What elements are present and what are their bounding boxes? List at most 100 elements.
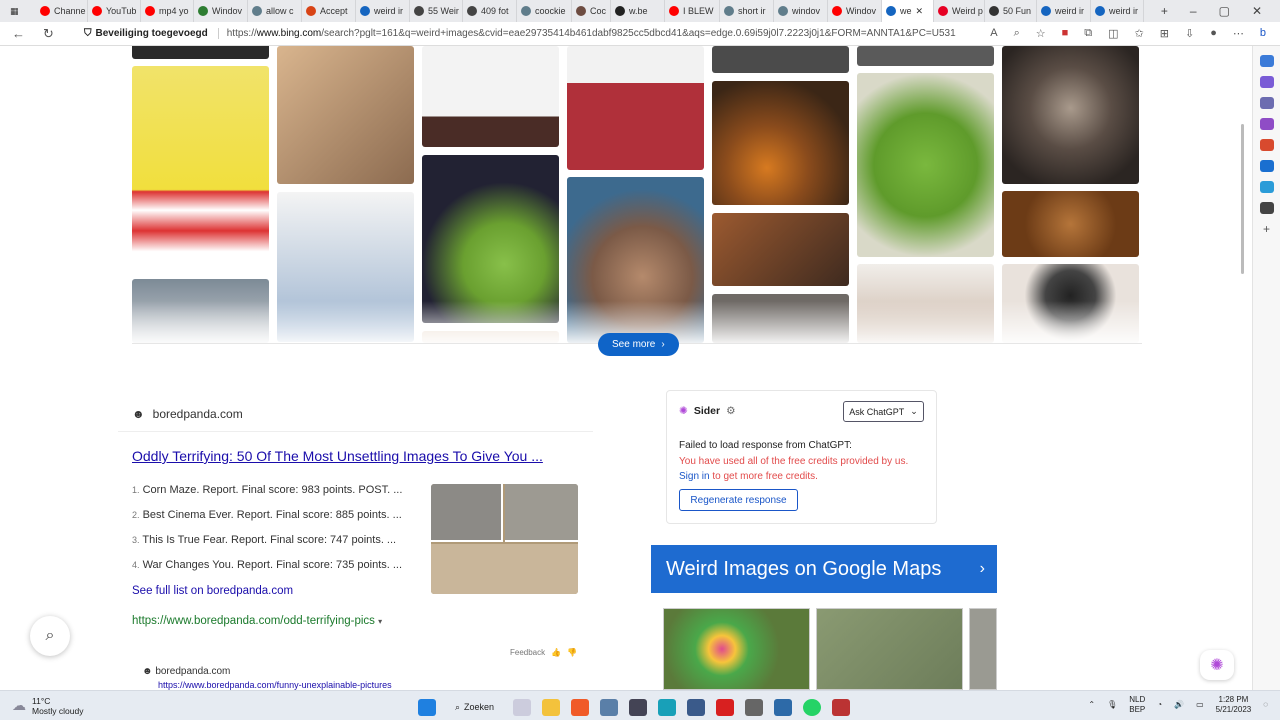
browser-tab[interactable]: Accept: [302, 0, 356, 22]
app-icon[interactable]: [832, 698, 851, 716]
split-screen-icon[interactable]: ◫: [1108, 27, 1118, 40]
more-icon[interactable]: ⋯: [1233, 27, 1244, 40]
caret-down-icon[interactable]: ▾: [378, 617, 382, 626]
maximize-button[interactable]: ▢: [1219, 4, 1230, 18]
games-icon[interactable]: [1259, 118, 1274, 130]
map-image[interactable]: [663, 608, 810, 690]
image-thumbnail[interactable]: [857, 73, 994, 257]
profile-icon[interactable]: ●: [1210, 27, 1217, 40]
image-thumbnail[interactable]: [857, 46, 994, 66]
tools-icon[interactable]: [1259, 97, 1274, 109]
zoom-icon[interactable]: ⌕: [1014, 27, 1020, 40]
outlook-icon[interactable]: [1259, 160, 1274, 172]
sider-extension-icon[interactable]: ■: [1062, 27, 1069, 40]
app-red-icon[interactable]: [716, 698, 735, 716]
search-fab[interactable]: ⌕: [30, 616, 70, 656]
maps-card-header[interactable]: Weird Images on Google Maps ›: [651, 545, 997, 593]
close-window-button[interactable]: ✕: [1252, 4, 1262, 18]
browser-tab[interactable]: Channe: [36, 0, 88, 22]
edge-icon[interactable]: [658, 698, 677, 716]
favorites-icon[interactable]: ✩: [1135, 27, 1144, 40]
browser-tab[interactable]: windov: [774, 0, 828, 22]
apps-icon[interactable]: [1259, 202, 1274, 214]
task-view-icon[interactable]: [513, 698, 532, 716]
favorite-icon[interactable]: ☆: [1036, 27, 1046, 40]
browser-tab[interactable]: I BLEW: [665, 0, 720, 22]
clock[interactable]: 1:28 PM 5/21/2023: [1216, 695, 1252, 715]
browser-tab[interactable]: mp4 yo: [141, 0, 194, 22]
app-icon[interactable]: [745, 698, 764, 716]
browser-tab[interactable]: Weird p: [934, 0, 985, 22]
result-thumbnail[interactable]: [431, 484, 578, 594]
browser-tab[interactable]: w.be: [611, 0, 665, 22]
downloads-icon[interactable]: ⇩: [1185, 27, 1194, 40]
browser-tab[interactable]: weird ir: [1037, 0, 1091, 22]
browser-tab[interactable]: YouTub: [88, 0, 141, 22]
new-tab-button[interactable]: +: [1161, 4, 1168, 18]
taskbar-search[interactable]: ⌕ Zoeken: [447, 697, 502, 717]
image-thumbnail[interactable]: [422, 46, 559, 147]
result-source[interactable]: ☻ boredpanda.com: [118, 396, 593, 432]
browser-tab[interactable]: we ✕: [882, 0, 934, 22]
image-thumbnail[interactable]: [712, 81, 849, 205]
brave-icon[interactable]: [571, 698, 590, 716]
read-aloud-icon[interactable]: A: [990, 27, 997, 40]
feedback-label[interactable]: Feedback: [510, 648, 545, 657]
gear-icon[interactable]: ⚙: [726, 405, 735, 417]
map-image[interactable]: [969, 608, 997, 690]
browser-tab[interactable]: 55 Weir: [410, 0, 463, 22]
chevron-up-icon[interactable]: ⌃: [1088, 700, 1095, 710]
image-thumbnail[interactable]: [132, 46, 269, 59]
image-thumbnail[interactable]: [1002, 46, 1139, 184]
file-explorer-icon[interactable]: [542, 698, 561, 716]
photos-icon[interactable]: [600, 698, 619, 716]
thumbs-down-icon[interactable]: 👎: [567, 648, 577, 657]
steam-icon[interactable]: [629, 698, 648, 716]
sign-in-link[interactable]: Sign in: [679, 471, 710, 482]
result-title-link[interactable]: Oddly Terrifying: 50 Of The Most Unsettl…: [132, 448, 543, 464]
browser-tab[interactable]: Windov: [194, 0, 248, 22]
copilot-icon[interactable]: b: [1260, 27, 1266, 40]
search-icon[interactable]: [1259, 55, 1274, 67]
close-tab-icon[interactable]: ✕: [916, 6, 924, 17]
send-icon[interactable]: [1259, 181, 1274, 193]
map-image[interactable]: [816, 608, 963, 690]
wifi-icon[interactable]: ◔: [1157, 700, 1162, 710]
image-thumbnail[interactable]: [1002, 191, 1139, 257]
app-icon[interactable]: [687, 698, 706, 716]
image-thumbnail[interactable]: [422, 155, 559, 323]
regenerate-button[interactable]: Regenerate response: [679, 489, 798, 511]
sider-floating-icon[interactable]: ✺: [1200, 650, 1234, 680]
minimize-button[interactable]: –: [1190, 4, 1197, 18]
next-result-url[interactable]: https://www.boredpanda.com/funny-unexpla…: [158, 680, 392, 690]
extensions-icon[interactable]: ⧉: [1084, 27, 1092, 40]
image-thumbnail[interactable]: [277, 46, 414, 184]
collections-icon[interactable]: ⊞: [1160, 27, 1169, 40]
browser-tab[interactable]: coockie: [517, 0, 572, 22]
see-full-list-link[interactable]: See full list on boredpanda.com: [132, 585, 293, 597]
scrollbar[interactable]: [1241, 124, 1244, 274]
image-thumbnail[interactable]: [712, 46, 849, 73]
browser-tab[interactable]: 409 fot: [463, 0, 517, 22]
language-indicator[interactable]: NLD BEP: [1129, 695, 1145, 715]
next-result-site[interactable]: ☻ boredpanda.com: [142, 666, 230, 677]
back-icon[interactable]: ←: [12, 26, 25, 42]
browser-tab[interactable]: allow c: [248, 0, 302, 22]
office-icon[interactable]: [1259, 139, 1274, 151]
weather-widget[interactable]: ☁ 11°C Mostly cloudy: [0, 696, 260, 716]
security-indicator[interactable]: ⛉ Beveiliging toegevoegd: [84, 28, 219, 39]
browser-tab[interactable]: Coc: [572, 0, 611, 22]
see-more-button[interactable]: See more ›: [598, 333, 679, 356]
url-text[interactable]: https://www.bing.com/search?pglt=161&q=w…: [227, 28, 956, 39]
url-box[interactable]: ⛉ Beveiliging toegevoegd https://www.bin…: [78, 25, 990, 43]
start-icon[interactable]: [418, 698, 436, 716]
image-thumbnail[interactable]: [132, 66, 269, 272]
thumbs-up-icon[interactable]: 👍: [551, 648, 561, 657]
refresh-icon[interactable]: ↻: [43, 26, 54, 42]
add-icon[interactable]: +: [1260, 223, 1274, 235]
window-menu-icon[interactable]: ▦: [0, 6, 36, 17]
browser-tab[interactable]: weird ir: [1091, 0, 1144, 22]
microphone-icon[interactable]: 🎙: [1107, 700, 1117, 710]
notifications-icon[interactable]: ◌: [1263, 700, 1268, 710]
result-url[interactable]: https://www.boredpanda.com/odd-terrifyin…: [132, 615, 382, 627]
